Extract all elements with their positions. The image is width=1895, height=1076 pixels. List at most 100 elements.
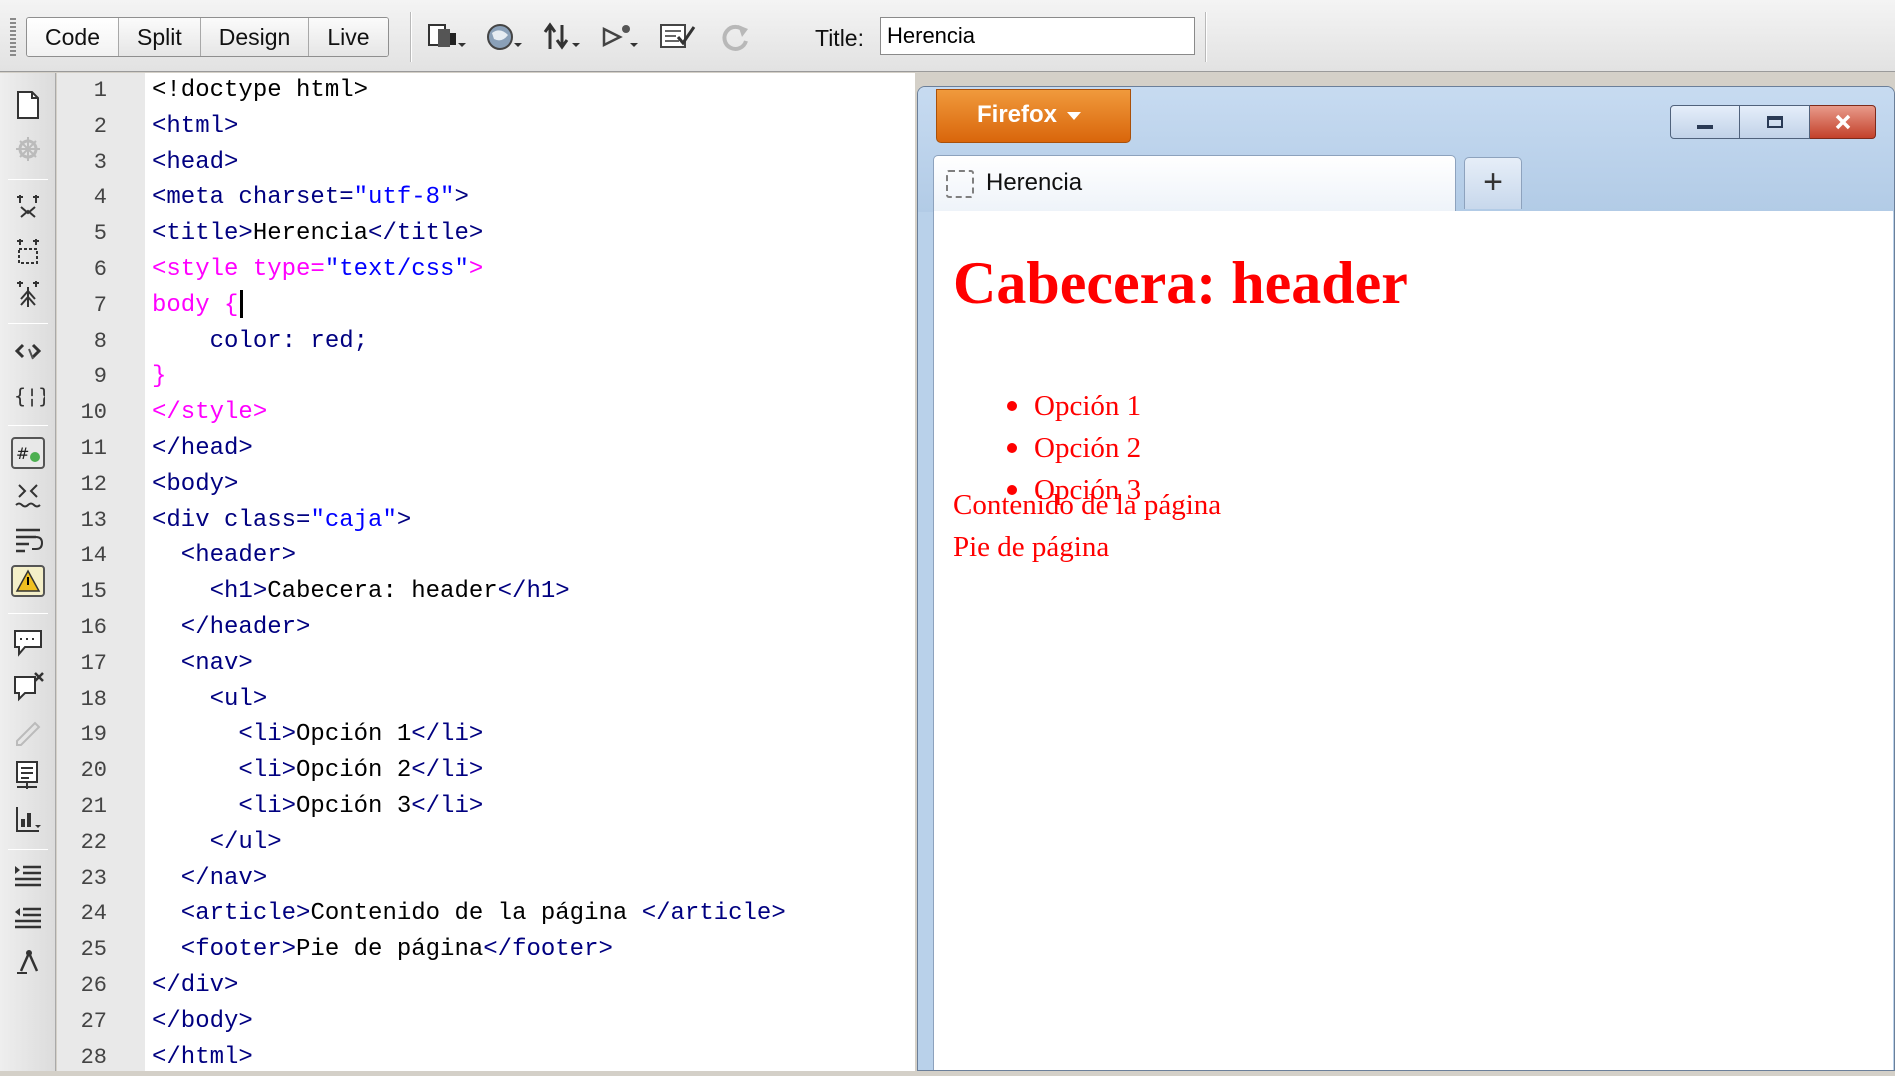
code-token: <footer> (152, 936, 297, 964)
svg-text:#: # (16, 444, 29, 463)
line-number: 12 (80, 471, 107, 497)
line-number: 6 (93, 257, 107, 282)
show-code-navigator-icon[interactable] (9, 131, 47, 167)
apply-comment-icon[interactable] (9, 625, 47, 661)
balance-braces-icon[interactable]: {¦} (9, 377, 47, 413)
recent-snippets-icon[interactable] (9, 757, 47, 793)
code-token: <head> (152, 148, 239, 176)
preview-browser-icon[interactable] (483, 17, 525, 57)
select-parent-tag-icon[interactable] (9, 333, 47, 369)
line-numbers-icon[interactable]: # (9, 435, 47, 471)
code-token: </html> (152, 1043, 253, 1071)
code-line[interactable]: <li>Opción 2</li> (152, 753, 483, 789)
code-token: <body> (152, 470, 239, 498)
svg-text:{¦}: {¦} (14, 384, 45, 408)
check-page-icon[interactable] (657, 17, 699, 57)
wrap-tag-icon[interactable] (9, 713, 47, 749)
highlight-invalid-code-icon[interactable] (9, 479, 47, 515)
code-line[interactable]: <header> (152, 538, 296, 574)
new-tab-button[interactable]: + (1464, 157, 1522, 209)
move-css-icon[interactable] (9, 801, 47, 837)
expand-all-icon[interactable] (9, 275, 47, 311)
outdent-code-icon[interactable] (9, 901, 47, 937)
code-token: <meta charset= (152, 184, 354, 212)
refresh-icon[interactable] (715, 17, 757, 57)
line-number: 24 (80, 901, 107, 927)
line-number: 13 (80, 507, 107, 533)
file-management-icon[interactable] (541, 17, 583, 57)
open-documents-icon[interactable] (9, 87, 47, 123)
footer-text: Pie de página (953, 531, 1110, 563)
close-button[interactable] (1810, 105, 1876, 139)
collapse-full-tag-icon[interactable] (9, 189, 47, 225)
code-token: <!doctype html> (152, 77, 369, 104)
code-view-button[interactable]: Code (27, 18, 119, 56)
code-line[interactable]: } (152, 359, 166, 395)
multiscreen-icon[interactable] (425, 17, 467, 57)
line-number: 9 (93, 364, 107, 390)
collapse-selection-icon[interactable] (9, 233, 47, 269)
code-line[interactable]: <footer>Pie de página</footer> (152, 932, 613, 968)
restore-button[interactable] (1740, 105, 1810, 139)
remove-comment-icon[interactable] (9, 669, 47, 705)
syntax-error-alerts-icon[interactable] (9, 563, 47, 599)
firefox-window: Firefox Herencia + Cabecera: header Opci… (917, 86, 1895, 1071)
code-token: <style type= (152, 256, 325, 283)
format-source-code-icon[interactable] (9, 943, 47, 979)
code-token: </footer> (483, 936, 613, 964)
code-line[interactable]: <ul> (152, 682, 268, 718)
code-token: "utf-8" (353, 184, 455, 212)
code-line[interactable]: <meta charset="utf-8"> (152, 180, 469, 216)
design-view-button[interactable]: Design (200, 18, 310, 56)
minimize-button[interactable] (1670, 105, 1740, 139)
title-label: Title: (815, 25, 864, 51)
line-number: 1 (93, 78, 107, 103)
code-line[interactable]: <body> (152, 467, 238, 503)
code-line[interactable]: </html> (152, 1040, 253, 1076)
code-line[interactable]: </div> (152, 968, 238, 1004)
word-wrap-icon[interactable] (9, 521, 47, 557)
line-number: 10 (80, 400, 107, 426)
code-line[interactable]: </header> (152, 610, 311, 646)
code-line[interactable]: </body> (152, 1004, 253, 1040)
line-number: 22 (80, 829, 107, 855)
code-line[interactable]: </nav> (152, 861, 267, 897)
live-view-button[interactable]: Live (309, 18, 388, 56)
line-number: 28 (80, 1044, 107, 1070)
code-line[interactable]: <nav> (152, 646, 253, 682)
code-line[interactable]: <li>Opción 1</li> (152, 717, 483, 753)
code-line[interactable]: <div class="caja"> (152, 503, 411, 539)
code-line[interactable]: <style type="text/css"> (152, 252, 483, 288)
code-line[interactable]: </style> (152, 395, 267, 431)
line-number: 15 (80, 579, 107, 605)
code-line[interactable]: <li>Opción 3</li> (152, 789, 483, 825)
visual-aids-icon[interactable] (599, 17, 641, 57)
firefox-menu-button[interactable]: Firefox (936, 89, 1131, 143)
line-number: 27 (80, 1008, 107, 1034)
code-line[interactable]: <!doctype html> (152, 73, 368, 109)
code-token: <li> (152, 793, 297, 820)
code-line[interactable]: </ul> (152, 825, 282, 861)
code-line[interactable]: body { (152, 288, 244, 324)
code-token: "text/css" (324, 256, 469, 283)
code-line[interactable]: <article>Contenido de la página </articl… (152, 896, 786, 932)
browser-tab[interactable]: Herencia (933, 155, 1456, 212)
document-title-input[interactable] (880, 17, 1195, 55)
indent-code-icon[interactable] (9, 859, 47, 895)
line-number: 17 (80, 650, 107, 676)
code-token: </h1> (497, 578, 570, 606)
code-line[interactable]: <h1>Cabecera: header</h1> (152, 574, 570, 610)
list-item: Opción 2 (1006, 427, 1141, 469)
line-number: 26 (80, 973, 107, 998)
split-view-button[interactable]: Split (118, 18, 201, 56)
code-token: Pie de página (296, 936, 484, 964)
code-line[interactable]: color: red; (152, 324, 368, 360)
code-line[interactable]: <title>Herencia</title> (152, 216, 483, 252)
code-line[interactable]: <html> (152, 109, 238, 145)
code-line[interactable]: </head> (152, 431, 253, 467)
line-number: 11 (80, 436, 107, 461)
chevron-down-icon (1067, 111, 1082, 120)
toolbar-icons (425, 16, 757, 58)
code-line[interactable]: <head> (152, 145, 238, 181)
toolbar-grip[interactable] (10, 18, 16, 58)
